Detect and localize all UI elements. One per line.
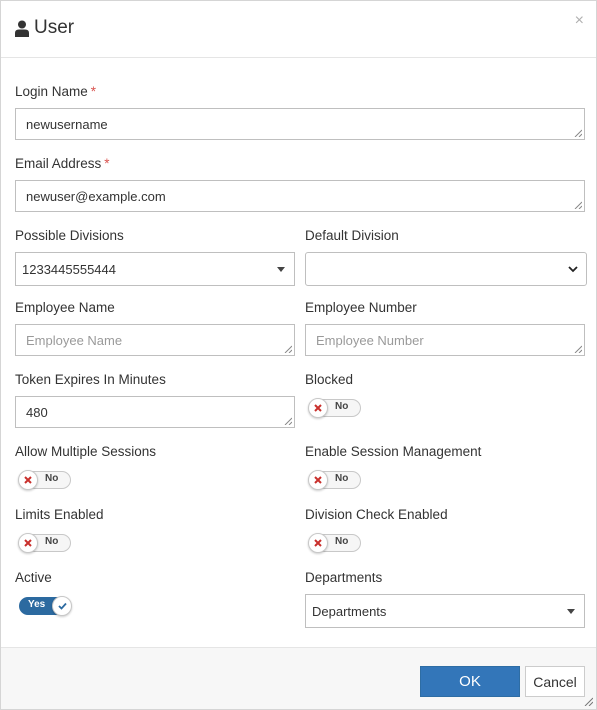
toggle-knob <box>18 470 38 490</box>
toggle-knob <box>52 596 72 616</box>
x-icon <box>24 476 32 484</box>
toggle-state: No <box>335 401 349 412</box>
active-toggle[interactable]: Yes <box>19 596 72 616</box>
toggle-state: Yes <box>28 599 46 610</box>
limits-enabled-label: Limits Enabled <box>15 507 104 522</box>
email-label-text: Email Address <box>15 156 102 171</box>
resize-grip-icon <box>284 417 292 425</box>
caret-down-icon <box>277 267 285 272</box>
email-input[interactable]: newuser@example.com <box>15 180 585 212</box>
dialog-footer: OK Cancel <box>1 647 596 709</box>
employee-name-placeholder: Employee Name <box>26 332 123 348</box>
email-label: Email Address * <box>15 156 110 171</box>
login-name-label: Login Name * <box>15 84 96 99</box>
close-icon[interactable]: × <box>575 13 584 29</box>
caret-down-icon <box>567 609 575 614</box>
resize-grip-icon <box>574 201 582 209</box>
enable-session-management-toggle[interactable]: No <box>308 470 361 490</box>
departments-select[interactable]: Departments <box>305 594 585 628</box>
employee-number-placeholder: Employee Number <box>316 332 424 348</box>
login-name-value: newusername <box>26 116 108 132</box>
resize-grip-icon <box>574 345 582 353</box>
toggle-knob <box>308 470 328 490</box>
toggle-knob <box>18 533 38 553</box>
dialog-header: User × <box>1 1 596 58</box>
toggle-state: No <box>45 536 59 547</box>
login-name-label-text: Login Name <box>15 84 88 99</box>
resize-handle-icon[interactable] <box>584 697 593 706</box>
employee-name-input[interactable]: Employee Name <box>15 324 295 356</box>
user-dialog: User × Login Name * newusername Email Add… <box>0 0 597 710</box>
limits-enabled-toggle[interactable]: No <box>18 533 71 553</box>
token-expires-label: Token Expires In Minutes <box>15 372 166 387</box>
allow-multiple-sessions-label: Allow Multiple Sessions <box>15 444 157 459</box>
ok-button[interactable]: OK <box>420 666 520 697</box>
x-icon <box>314 539 322 547</box>
departments-value: Departments <box>312 603 387 619</box>
employee-number-input[interactable]: Employee Number <box>305 324 585 356</box>
check-icon <box>57 602 67 610</box>
resize-grip-icon <box>284 345 292 353</box>
employee-name-label: Employee Name <box>15 300 115 315</box>
email-value: newuser@example.com <box>26 188 166 204</box>
toggle-state: No <box>335 473 349 484</box>
departments-label: Departments <box>305 570 383 585</box>
token-expires-input[interactable]: 480 <box>15 396 295 428</box>
token-expires-value: 480 <box>26 404 48 420</box>
division-check-enabled-label: Division Check Enabled <box>305 507 448 522</box>
toggle-state: No <box>335 536 349 547</box>
employee-number-label: Employee Number <box>305 300 417 315</box>
user-icon <box>15 20 29 37</box>
allow-multiple-sessions-toggle[interactable]: No <box>18 470 71 490</box>
required-marker: * <box>104 156 110 171</box>
enable-session-management-label: Enable Session Management <box>305 444 482 459</box>
active-label: Active <box>15 570 52 585</box>
dialog-title: User <box>15 17 74 39</box>
blocked-label: Blocked <box>305 372 354 387</box>
x-icon <box>24 539 32 547</box>
default-division-label: Default Division <box>305 228 399 243</box>
toggle-state: No <box>45 473 59 484</box>
toggle-knob <box>308 398 328 418</box>
division-check-enabled-toggle[interactable]: No <box>308 533 361 553</box>
cancel-button[interactable]: Cancel <box>525 666 585 697</box>
toggle-knob <box>308 533 328 553</box>
required-marker: * <box>90 84 97 99</box>
chevron-down-icon <box>568 266 578 273</box>
login-name-input[interactable]: newusername <box>15 108 585 140</box>
possible-divisions-value: 1233445555444 <box>22 261 116 277</box>
blocked-toggle[interactable]: No <box>308 398 361 418</box>
x-icon <box>314 404 322 412</box>
resize-grip-icon <box>574 129 582 137</box>
possible-divisions-select[interactable]: 1233445555444 <box>15 252 295 286</box>
x-icon <box>314 476 322 484</box>
possible-divisions-label: Possible Divisions <box>15 228 124 243</box>
default-division-select[interactable] <box>305 252 587 286</box>
dialog-title-text: User <box>34 17 75 38</box>
